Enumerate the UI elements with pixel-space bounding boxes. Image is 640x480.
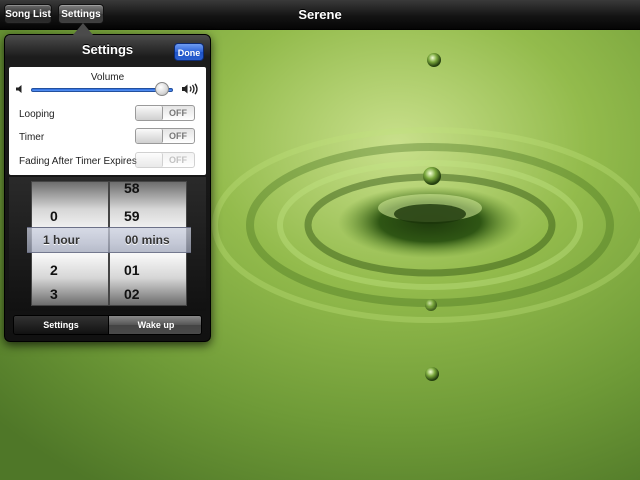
- fading-label: Fading After Timer Expires: [19, 156, 137, 167]
- timer-toggle[interactable]: OFF: [135, 128, 195, 144]
- volume-slider[interactable]: [31, 88, 173, 92]
- toggle-state: OFF: [169, 155, 187, 165]
- timer-label: Timer: [19, 132, 45, 143]
- segment-wake-up[interactable]: Wake up: [109, 316, 201, 334]
- song-list-button[interactable]: Song List: [4, 4, 52, 24]
- done-button[interactable]: Done: [174, 43, 204, 61]
- minute-option[interactable]: 58: [110, 182, 186, 200]
- segment-settings[interactable]: Settings: [14, 316, 109, 334]
- hour-option[interactable]: 2: [32, 258, 108, 282]
- top-navigation-bar: Serene Song List Settings: [0, 0, 640, 30]
- speaker-low-icon: [16, 85, 22, 93]
- looping-toggle[interactable]: OFF: [135, 105, 195, 121]
- looping-label: Looping: [19, 109, 55, 120]
- selected-hour: 1 hour: [43, 233, 80, 247]
- minute-option[interactable]: 02: [110, 282, 186, 305]
- toggle-knob: [136, 153, 163, 167]
- mode-segmented-control: Settings Wake up: [13, 315, 202, 335]
- settings-popover: Settings Done Volume Looping OFF Timer O…: [4, 23, 211, 342]
- toggle-knob: [136, 106, 163, 120]
- volume-label: Volume: [90, 72, 125, 83]
- minute-option[interactable]: 01: [110, 258, 186, 282]
- settings-panel: Volume Looping OFF Timer OFF Fading Afte…: [9, 67, 206, 175]
- volume-slider-thumb[interactable]: [154, 82, 169, 96]
- minute-option[interactable]: 59: [110, 204, 186, 228]
- settings-button[interactable]: Settings: [58, 4, 104, 24]
- hour-option[interactable]: 0: [32, 204, 108, 228]
- toggle-knob: [136, 129, 163, 143]
- popover-arrow: [73, 23, 93, 35]
- toggle-state: OFF: [169, 108, 187, 118]
- selected-minute: 00 mins: [125, 233, 170, 247]
- toggle-state: OFF: [169, 131, 187, 141]
- fading-toggle: OFF: [135, 152, 195, 168]
- hour-option[interactable]: 3: [32, 282, 108, 305]
- speaker-high-icon: [182, 83, 198, 95]
- timer-picker: 0 2 3 58 59 01 02 1 hour 00 mins: [9, 177, 206, 311]
